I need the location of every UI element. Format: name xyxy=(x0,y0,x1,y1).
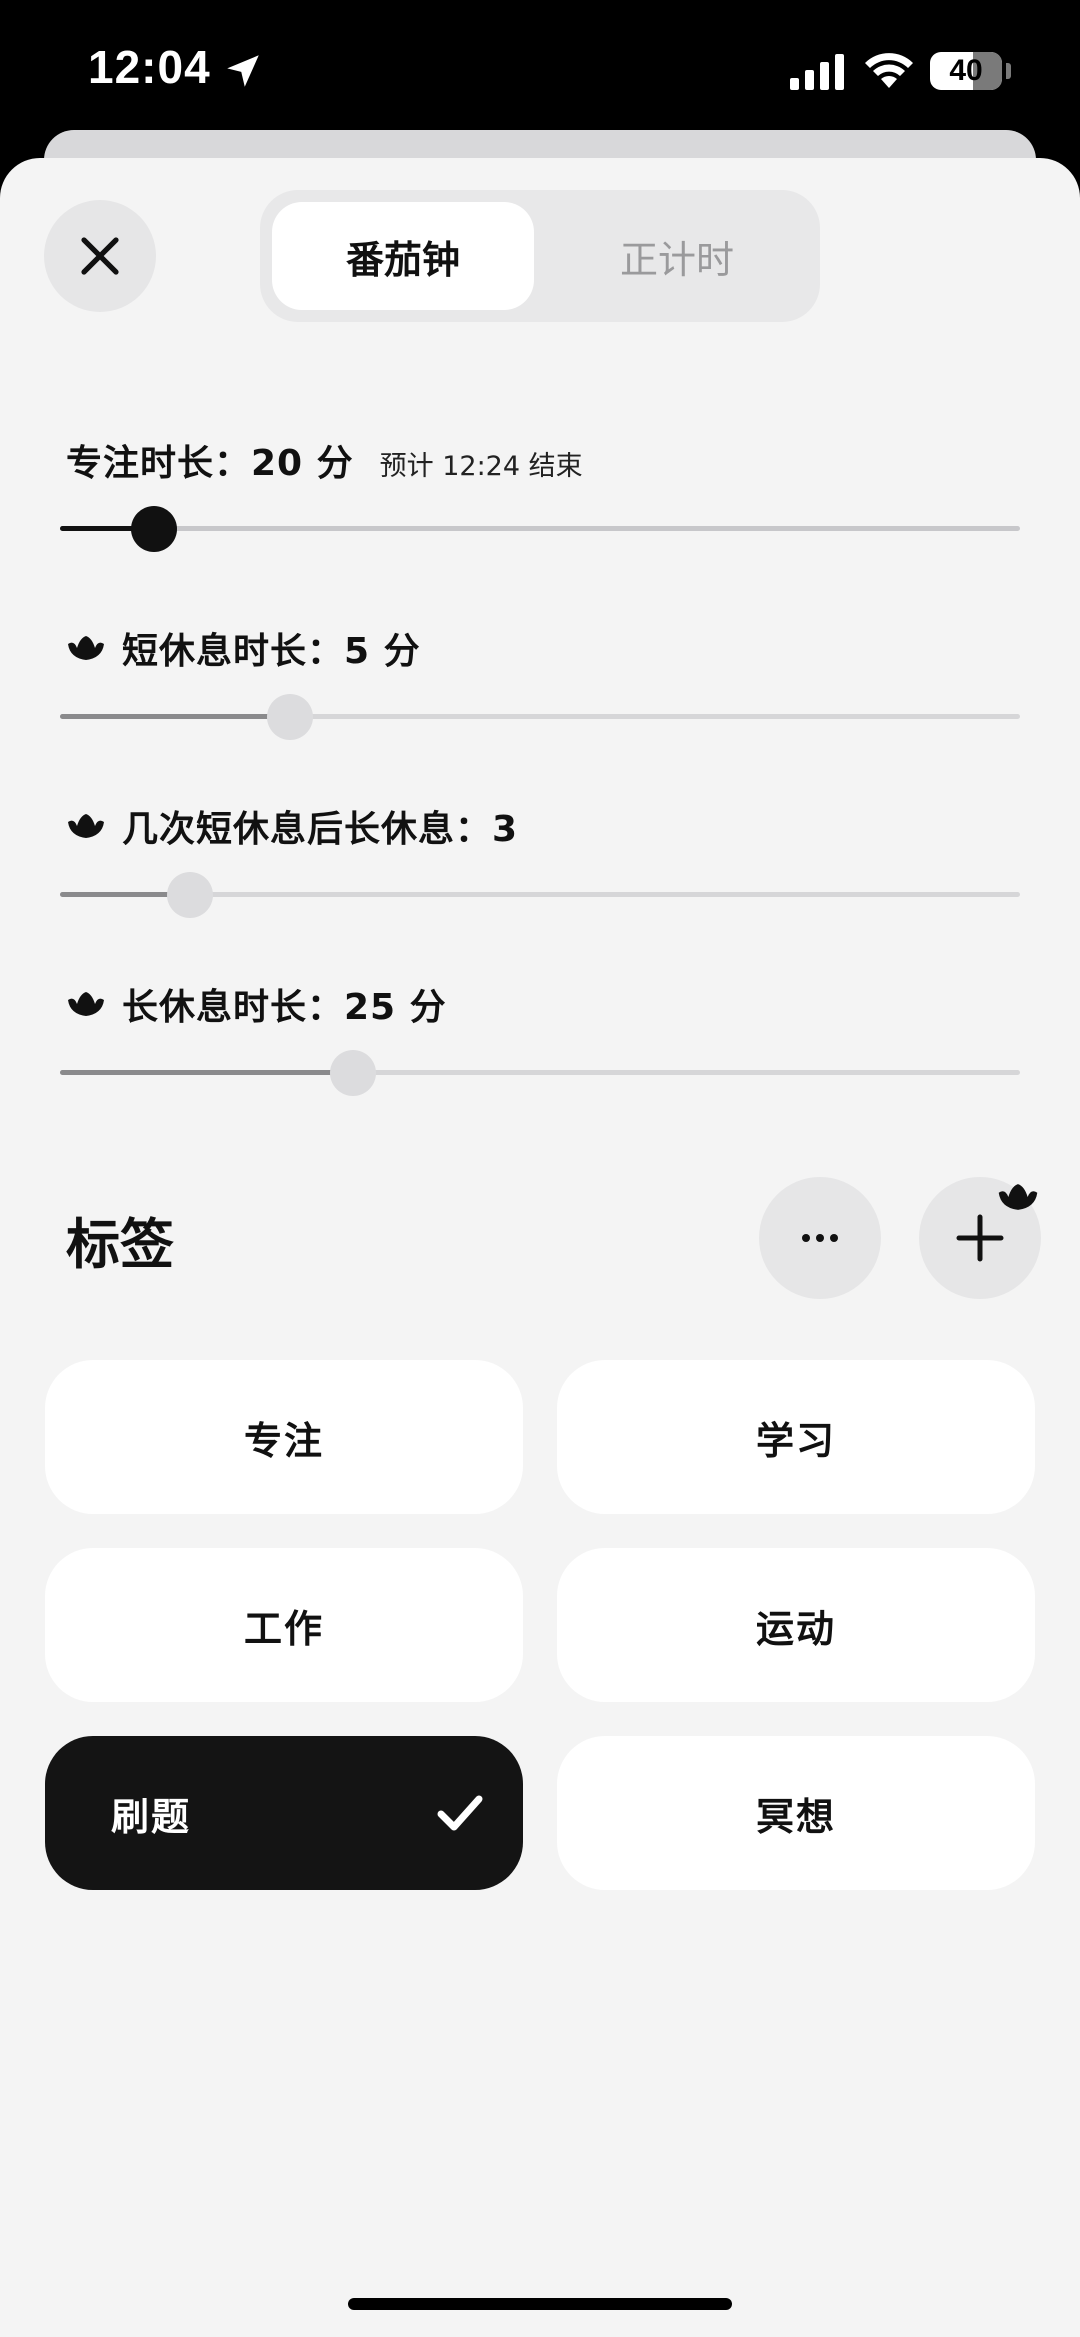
slider-thumb[interactable] xyxy=(131,506,178,552)
home-indicator[interactable] xyxy=(348,2298,732,2310)
tab-stopwatch[interactable]: 正计时 xyxy=(546,202,808,310)
tag-work[interactable]: 工作 xyxy=(45,1548,523,1702)
crown-icon xyxy=(68,814,104,838)
tab-pomodoro[interactable]: 番茄钟 xyxy=(272,202,534,310)
long-break-interval-slider[interactable] xyxy=(60,872,1020,918)
tag-study[interactable]: 学习 xyxy=(557,1360,1035,1514)
tag-label: 运动 xyxy=(755,1606,836,1651)
long-break-interval-label: 几次短休息后长休息：3 xyxy=(122,809,519,850)
location-arrow-icon xyxy=(227,55,259,87)
status-bar: 12:04 40 xyxy=(0,0,1080,150)
focus-duration-label: 专注时长：20 分 xyxy=(66,443,354,484)
tags-title: 标签 xyxy=(66,1213,174,1276)
battery-indicator: 40 xyxy=(930,52,1002,90)
slider-thumb[interactable] xyxy=(267,694,314,740)
tag-label: 冥想 xyxy=(755,1794,836,1839)
checkmark-icon xyxy=(437,1795,483,1831)
wifi-icon xyxy=(865,53,913,88)
focus-duration-row: 专注时长：20 分 预计 12:24 结束 xyxy=(66,434,583,486)
tag-meditation[interactable]: 冥想 xyxy=(557,1736,1035,1890)
tag-practice-problems[interactable]: 刷题 xyxy=(45,1736,523,1890)
tag-focus[interactable]: 专注 xyxy=(45,1360,523,1514)
slider-fill xyxy=(60,714,291,719)
long-break-label: 长休息时长：25 分 xyxy=(122,987,447,1028)
tag-label: 工作 xyxy=(243,1606,324,1651)
short-break-row: 短休息时长：5 分 xyxy=(66,622,421,674)
battery-level: 40 xyxy=(949,54,983,87)
status-time: 12:04 xyxy=(88,41,211,93)
crown-icon xyxy=(68,636,104,660)
more-tags-button[interactable] xyxy=(759,1177,881,1299)
long-break-interval-row: 几次短休息后长休息：3 xyxy=(66,800,518,852)
more-icon xyxy=(802,1234,838,1242)
tag-label: 专注 xyxy=(243,1418,324,1463)
slider-thumb[interactable] xyxy=(166,872,213,918)
focus-duration-slider[interactable] xyxy=(60,506,1020,552)
crown-icon xyxy=(998,1184,1038,1210)
focus-end-hint: 预计 12:24 结束 xyxy=(379,451,583,482)
slider-thumb[interactable] xyxy=(329,1050,376,1096)
slider-track xyxy=(60,526,1020,531)
close-button[interactable] xyxy=(44,200,156,312)
tag-label: 学习 xyxy=(755,1418,836,1463)
slider-fill xyxy=(60,1070,353,1075)
cellular-signal-icon xyxy=(790,54,844,90)
short-break-label: 短休息时长：5 分 xyxy=(122,631,421,672)
long-break-slider[interactable] xyxy=(60,1050,1020,1096)
crown-icon xyxy=(68,992,104,1016)
short-break-slider[interactable] xyxy=(60,694,1020,740)
tag-label: 刷题 xyxy=(111,1794,192,1839)
plus-icon xyxy=(956,1214,1004,1262)
tag-exercise[interactable]: 运动 xyxy=(557,1548,1035,1702)
mode-switch: 番茄钟 正计时 xyxy=(260,190,820,322)
battery-cap xyxy=(1006,63,1011,79)
close-icon xyxy=(81,237,119,275)
long-break-row: 长休息时长：25 分 xyxy=(66,978,447,1030)
